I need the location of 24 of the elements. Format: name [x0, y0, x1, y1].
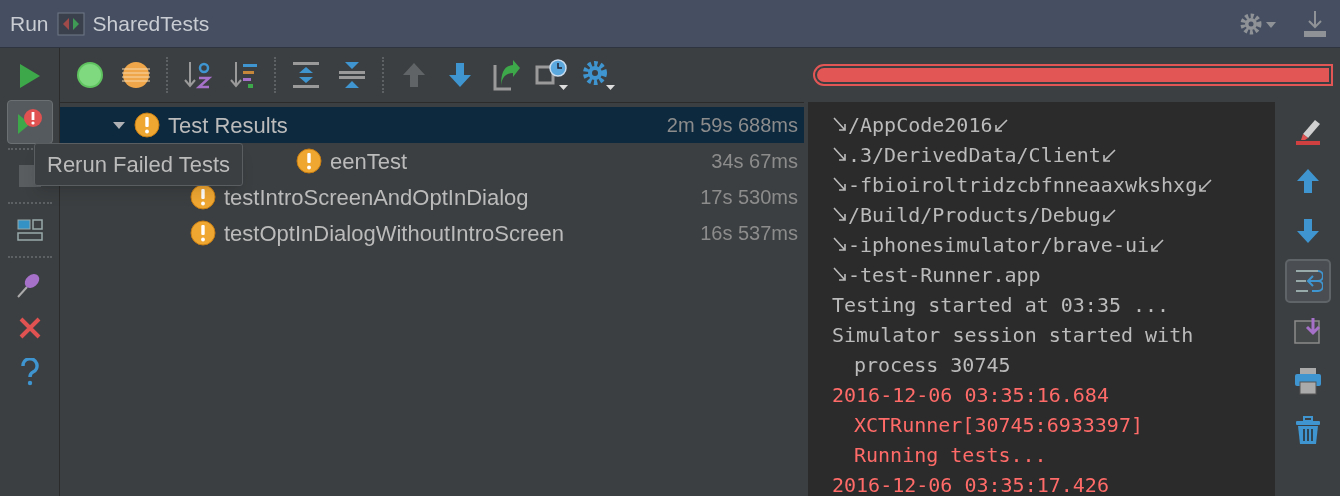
console-line: /Build/Products/Debug	[848, 202, 1101, 229]
test-duration: 16s 537ms	[700, 221, 798, 246]
test-duration: 17s 530ms	[700, 185, 798, 210]
console-line: process 30745	[854, 352, 1011, 379]
console-line: Testing started at 03:35 ...	[832, 292, 1170, 319]
console-line: Running tests...	[854, 442, 1047, 469]
window-title: Run	[10, 10, 49, 37]
test-name: Test Results	[168, 111, 288, 140]
console-line: -fbioiroltridzcbfnneaaxwkshxg	[848, 172, 1198, 199]
test-name: testOptInDialogWithoutIntroScreen	[224, 219, 564, 248]
tooltip: Rerun Failed Tests	[34, 143, 243, 186]
console-line: XCTRunner[30745:6933397]	[854, 412, 1143, 439]
console-line: -iphonesimulator/brave-ui	[848, 232, 1150, 259]
test-name: testIntroScreenAndOptInDialog	[224, 183, 529, 212]
test-duration: 34s 67ms	[711, 149, 798, 174]
console-line: Simulator session started with	[832, 322, 1194, 349]
test-duration: 2m 59s 688ms	[666, 113, 798, 138]
console-line: /AppCode2016	[848, 112, 993, 139]
console-line: -test-Runner.app	[848, 262, 1041, 289]
config-name: SharedTests	[92, 10, 210, 37]
console-line: 2016-12-06 03:35:17.426	[832, 472, 1109, 496]
console-line: 2016-12-06 03:35:16.684	[832, 382, 1109, 409]
console-line: .3/DerivedData/Client	[848, 142, 1101, 169]
test-name: eenTest	[330, 147, 408, 176]
